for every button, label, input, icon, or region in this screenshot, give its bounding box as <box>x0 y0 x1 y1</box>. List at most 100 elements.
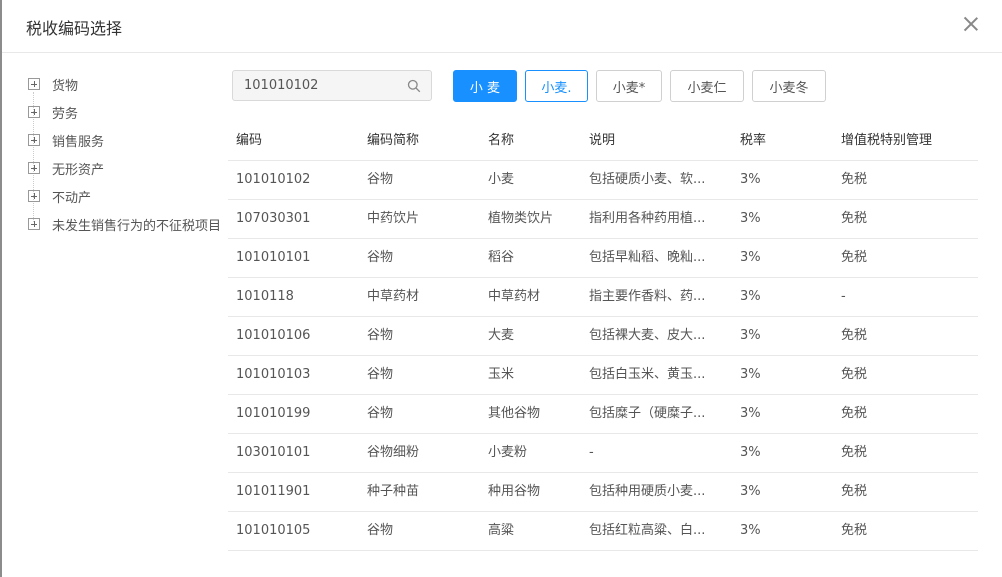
cell-short-name: 种子种苗 <box>367 484 420 499</box>
results-table: 编码 编码简称 名称 说明 税率 增值税特别管理 101010102 谷物 小麦… <box>228 122 978 551</box>
cell-vat-management: 免税 <box>841 445 868 460</box>
cell-description: 包括种用硬质小麦... <box>589 484 706 499</box>
cell-tax-rate: 3% <box>740 328 761 343</box>
cell-short-name: 谷物细粉 <box>367 445 420 460</box>
cell-code: 101010102 <box>236 172 311 187</box>
cell-tax-rate: 3% <box>740 211 761 226</box>
cell-vat-management: - <box>841 289 846 304</box>
tree-item-label: 未发生销售行为的不征税项目 <box>52 218 222 234</box>
cell-vat-management: 免税 <box>841 484 868 499</box>
tree-item-label: 无形资产 <box>52 162 105 178</box>
expand-icon[interactable] <box>28 218 40 230</box>
cell-code: 1010118 <box>236 289 294 304</box>
table-row[interactable]: 101010101 谷物 稻谷 包括早籼稻、晚籼... 3% 免税 <box>228 239 978 278</box>
dialog-title: 税收编码选择 <box>26 19 123 38</box>
table-row[interactable]: 101010105 谷物 高粱 包括红粒高粱、白... 3% 免税 <box>228 512 978 551</box>
cell-vat-management: 免税 <box>841 172 868 187</box>
cell-name: 大麦 <box>488 328 515 343</box>
cell-code: 101010106 <box>236 328 311 343</box>
search-input[interactable] <box>244 78 404 93</box>
tree-item-real-estate[interactable]: 不动产 <box>28 182 223 210</box>
tree-item-label: 劳务 <box>52 106 79 122</box>
cell-code: 101010105 <box>236 523 311 538</box>
cell-short-name: 谷物 <box>367 523 394 538</box>
expand-icon[interactable] <box>28 78 40 90</box>
search-box <box>232 70 432 101</box>
tree-item-goods[interactable]: 货物 <box>28 70 223 98</box>
cell-code: 101011901 <box>236 484 311 499</box>
cell-short-name: 谷物 <box>367 328 394 343</box>
cell-tax-rate: 3% <box>740 172 761 187</box>
cell-name: 稻谷 <box>488 250 515 265</box>
cell-code: 101010199 <box>236 406 311 421</box>
cell-name: 小麦 <box>488 172 515 187</box>
cell-description: 包括红粒高粱、白... <box>589 523 706 538</box>
cell-name: 高粱 <box>488 523 515 538</box>
cell-name: 中草药材 <box>488 289 541 304</box>
cell-tax-rate: 3% <box>740 367 761 382</box>
cell-code: 101010101 <box>236 250 311 265</box>
suggestion-chip[interactable]: 小麦. <box>525 70 588 102</box>
cell-code: 103010101 <box>236 445 311 460</box>
cell-short-name: 谷物 <box>367 406 394 421</box>
suggestion-chip-selected[interactable]: 小 麦 <box>453 70 517 102</box>
cell-tax-rate: 3% <box>740 250 761 265</box>
table-row[interactable]: 101010106 谷物 大麦 包括裸大麦、皮大... 3% 免税 <box>228 317 978 356</box>
suggestion-chip[interactable]: 小麦冬 <box>752 70 826 102</box>
column-header-vat-management: 增值税特别管理 <box>841 133 933 148</box>
expand-icon[interactable] <box>28 134 40 146</box>
cell-description: 包括白玉米、黄玉... <box>589 367 706 382</box>
cell-description: 包括糜子（硬糜子... <box>589 406 706 421</box>
cell-short-name: 谷物 <box>367 172 394 187</box>
expand-icon[interactable] <box>28 106 40 118</box>
dialog-header: 税收编码选择 <box>2 0 1002 53</box>
expand-icon[interactable] <box>28 190 40 202</box>
cell-vat-management: 免税 <box>841 328 868 343</box>
column-header-short-name: 编码简称 <box>367 133 420 148</box>
close-icon[interactable] <box>960 13 982 35</box>
table-row[interactable]: 107030301 中药饮片 植物类饮片 指利用各种药用植... 3% 免税 <box>228 200 978 239</box>
cell-description: 包括早籼稻、晚籼... <box>589 250 706 265</box>
table-row[interactable]: 101010199 谷物 其他谷物 包括糜子（硬糜子... 3% 免税 <box>228 395 978 434</box>
tree-item-non-taxable[interactable]: 未发生销售行为的不征税项目 <box>28 210 223 238</box>
table-row[interactable]: 101010103 谷物 玉米 包括白玉米、黄玉... 3% 免税 <box>228 356 978 395</box>
cell-name: 种用谷物 <box>488 484 541 499</box>
cell-name: 其他谷物 <box>488 406 541 421</box>
table-header: 编码 编码简称 名称 说明 税率 增值税特别管理 <box>228 122 978 161</box>
suggestion-chip[interactable]: 小麦仁 <box>670 70 744 102</box>
cell-vat-management: 免税 <box>841 367 868 382</box>
expand-icon[interactable] <box>28 162 40 174</box>
cell-code: 101010103 <box>236 367 311 382</box>
cell-description: 指利用各种药用植... <box>589 211 706 226</box>
cell-short-name: 谷物 <box>367 250 394 265</box>
tree-item-labor[interactable]: 劳务 <box>28 98 223 126</box>
tree-item-sales-services[interactable]: 销售服务 <box>28 126 223 154</box>
cell-vat-management: 免税 <box>841 523 868 538</box>
cell-short-name: 中草药材 <box>367 289 420 304</box>
cell-code: 107030301 <box>236 211 311 226</box>
column-header-code: 编码 <box>236 133 263 148</box>
table-row[interactable]: 101010102 谷物 小麦 包括硬质小麦、软... 3% 免税 <box>228 161 978 200</box>
tree-item-intangible-assets[interactable]: 无形资产 <box>28 154 223 182</box>
category-tree: 货物 劳务 销售服务 无形资产 不动产 未发生销售行为的不征税项目 <box>28 70 223 238</box>
tree-item-label: 不动产 <box>52 190 92 206</box>
table-row[interactable]: 103010101 谷物细粉 小麦粉 - 3% 免税 <box>228 434 978 473</box>
cell-description: 包括裸大麦、皮大... <box>589 328 706 343</box>
table-row[interactable]: 1010118 中草药材 中草药材 指主要作香料、药... 3% - <box>228 278 978 317</box>
cell-name: 小麦粉 <box>488 445 528 460</box>
tree-item-label: 货物 <box>52 78 79 94</box>
cell-tax-rate: 3% <box>740 289 761 304</box>
column-header-description: 说明 <box>589 133 616 148</box>
tree-item-label: 销售服务 <box>52 134 105 150</box>
search-icon[interactable] <box>407 79 421 93</box>
cell-short-name: 中药饮片 <box>367 211 420 226</box>
cell-tax-rate: 3% <box>740 523 761 538</box>
cell-vat-management: 免税 <box>841 406 868 421</box>
cell-tax-rate: 3% <box>740 406 761 421</box>
cell-description: - <box>589 445 594 460</box>
suggestion-chip[interactable]: 小麦* <box>596 70 662 102</box>
cell-vat-management: 免税 <box>841 211 868 226</box>
cell-tax-rate: 3% <box>740 484 761 499</box>
cell-name: 玉米 <box>488 367 515 382</box>
table-row[interactable]: 101011901 种子种苗 种用谷物 包括种用硬质小麦... 3% 免税 <box>228 473 978 512</box>
